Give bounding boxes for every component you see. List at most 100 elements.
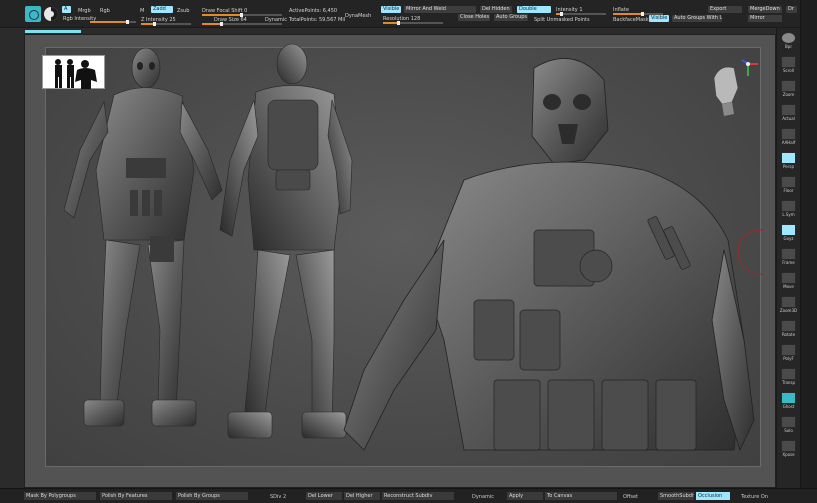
actual-icon xyxy=(781,104,796,116)
total-points: TotalPoints: 59,567 Mil xyxy=(289,17,346,23)
dr-button[interactable]: Dr xyxy=(786,6,797,13)
navigation-gizmo[interactable] xyxy=(704,58,760,120)
bottom-shelf: Mask By Polygroups Polish By Features Po… xyxy=(0,488,817,503)
auto-groups-uv-button[interactable]: Auto Groups With UV xyxy=(672,15,722,22)
tray-item-scroll[interactable]: Scroll xyxy=(779,56,798,73)
tray-label: Move xyxy=(783,284,794,289)
tray-item-polyf[interactable]: PolyF xyxy=(779,344,798,361)
ghost-icon xyxy=(781,392,796,404)
visible-button[interactable]: Visible xyxy=(381,6,401,13)
del-hidden-button[interactable]: Del Hidden xyxy=(480,6,512,13)
sphere-icon xyxy=(781,32,796,44)
tray-item-frame[interactable]: Frame xyxy=(779,248,798,265)
zoom3d-icon xyxy=(781,296,796,308)
tray-label: Frame xyxy=(782,260,795,265)
stroke-icon[interactable] xyxy=(44,7,58,21)
rgb-button[interactable]: Rgb xyxy=(100,8,110,14)
tray-label: Rotate xyxy=(781,332,796,337)
polish-by-features-slider[interactable]: Polish By Features xyxy=(100,492,172,500)
tray-item-ghost[interactable]: Ghost xyxy=(779,392,798,409)
offset-label: Offset xyxy=(623,494,639,500)
persp-icon xyxy=(781,152,796,164)
to-canvas-button[interactable]: To Canvas xyxy=(545,492,617,500)
brush-icon[interactable] xyxy=(25,6,41,22)
tray-item-solo[interactable]: Solo xyxy=(779,416,798,433)
tray-label: Gxyz xyxy=(783,236,794,241)
right-tray: Bpr Scroll Zoom Actual AAHalf Persp Floo… xyxy=(776,28,800,488)
tray-label: AAHalf xyxy=(781,140,796,145)
sdiv-slider[interactable]: SDiv 2 xyxy=(270,494,286,500)
tray-item-xpose[interactable]: Xpose xyxy=(779,440,798,457)
tray-label: Zoom3D xyxy=(779,308,798,313)
tray-item-move[interactable]: Move xyxy=(779,272,798,289)
tray-item-rotate[interactable]: Rotate xyxy=(779,320,798,337)
focal-shift-slider[interactable] xyxy=(202,13,282,17)
tray-label: Floor xyxy=(783,188,794,193)
zoom-icon xyxy=(781,80,796,92)
double-button[interactable]: Double xyxy=(517,6,551,13)
tray-item-lsym[interactable]: L.Sym xyxy=(779,200,798,217)
zbrush-window: A Mrgb Rgb Rgb Intensity M Zadd Zsub Z I… xyxy=(0,0,817,503)
tray-item-persp[interactable]: Persp xyxy=(779,152,798,169)
del-lower-button[interactable]: Del Lower xyxy=(306,492,342,500)
draw-size-slider[interactable] xyxy=(202,22,282,26)
a-button[interactable]: A xyxy=(62,6,71,13)
tray-label: Transp xyxy=(781,380,796,385)
tray-label: Zoom xyxy=(782,92,795,97)
tray-item-actual[interactable]: Actual xyxy=(779,104,798,121)
solo-icon xyxy=(781,416,796,428)
tray-item-aahalf[interactable]: AAHalf xyxy=(779,128,798,145)
auto-groups-button[interactable]: Auto Groups xyxy=(494,14,528,21)
mrgb-button[interactable]: Mrgb xyxy=(78,8,91,14)
mergedown-button[interactable]: MergeDown xyxy=(748,6,782,13)
occlusion-button[interactable]: Occlusion xyxy=(696,492,730,500)
mirror-and-weld-button[interactable]: Mirror And Weld xyxy=(404,6,476,13)
progress-bar xyxy=(25,30,81,33)
transparent-icon xyxy=(781,368,796,380)
apply-button[interactable]: Apply xyxy=(507,492,543,500)
tray-label: Bpr xyxy=(785,44,792,49)
smooth-subdiv-button[interactable]: SmoothSubdiv xyxy=(658,492,694,500)
tray-label: Solo xyxy=(784,428,793,433)
tray-item-floor[interactable]: Floor xyxy=(779,176,798,193)
zsub-button[interactable]: Zsub xyxy=(177,8,189,14)
texture-on-button[interactable]: Texture On xyxy=(741,494,768,500)
aahalf-icon xyxy=(781,128,796,140)
tray-label: L.Sym xyxy=(782,212,795,217)
side-scrollbar[interactable] xyxy=(800,0,817,503)
mask-by-polygroups-slider[interactable]: Mask By Polygroups xyxy=(24,492,96,500)
reconstruct-subdiv-button[interactable]: Reconstruct Subdiv xyxy=(382,492,454,500)
tray-item-zoom[interactable]: Zoom xyxy=(779,80,798,97)
m-button[interactable]: M xyxy=(140,8,144,14)
split-unmasked-button[interactable]: Split Unmasked Points xyxy=(534,17,590,23)
zadd-button[interactable]: Zadd xyxy=(151,6,173,13)
rotate-icon xyxy=(781,320,796,332)
polish-by-groups-slider[interactable]: Polish By Groups xyxy=(176,492,248,500)
visible-2-button[interactable]: Visible xyxy=(649,15,669,22)
tray-label: Persp xyxy=(783,164,794,169)
tray-label: Actual xyxy=(782,116,795,121)
move-icon xyxy=(781,272,796,284)
close-holes-button[interactable]: Close Holes xyxy=(458,14,490,21)
frame-icon xyxy=(781,248,796,260)
tray-label: PolyF xyxy=(783,356,794,361)
active-points: ActivePoints: 6,450 xyxy=(289,8,338,14)
export-button[interactable]: Export xyxy=(708,6,742,13)
dynamesh-label[interactable]: DynaMesh xyxy=(345,13,371,19)
intensity-slider[interactable] xyxy=(556,12,606,16)
dynamic-toggle[interactable]: Dynamic xyxy=(472,494,494,500)
resolution-slider[interactable] xyxy=(383,21,443,25)
mirror-button[interactable]: Mirror xyxy=(748,15,782,22)
tray-item-zoom3d[interactable]: Zoom3D xyxy=(779,296,798,313)
tray-item-transp[interactable]: Transp xyxy=(779,368,798,385)
rgb-intensity-slider[interactable] xyxy=(90,20,136,24)
floor-icon xyxy=(781,176,796,188)
tray-item-bpr[interactable]: Bpr xyxy=(779,32,798,49)
del-higher-button[interactable]: Del Higher xyxy=(344,492,380,500)
z-intensity-slider[interactable] xyxy=(141,22,191,26)
polyframe-icon xyxy=(781,344,796,356)
symmetry-icon xyxy=(781,200,796,212)
sculpt-render xyxy=(63,43,764,452)
tray-item-gxyz[interactable]: Gxyz xyxy=(779,224,798,241)
backface-mask-button[interactable]: BackfaceMask xyxy=(613,17,649,23)
